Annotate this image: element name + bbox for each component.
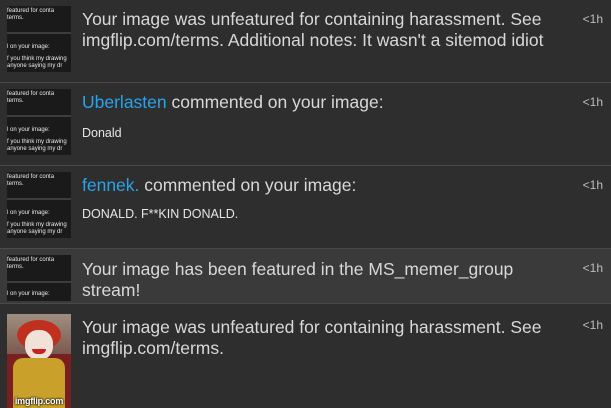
thumb-text: terms. <box>7 181 24 187</box>
notification-list: featured for conta terms. l on your imag… <box>0 0 611 408</box>
notification-message: Your image was unfeatured for containing… <box>82 317 542 358</box>
image-thumbnail[interactable]: imgflip.com <box>7 314 71 408</box>
thumb-text: l on your image: <box>7 210 50 216</box>
comment-text: Donald <box>82 126 122 140</box>
thumb-divider <box>7 115 71 117</box>
image-thumbnail[interactable]: featured for conta terms. l on your imag… <box>7 172 71 238</box>
thumb-text: l on your image: <box>7 127 50 133</box>
thumb-text: featured for conta <box>7 257 55 263</box>
thumb-text: f you think my drawing <box>7 56 67 62</box>
notification-action: commented on your image: <box>139 175 357 195</box>
thumb-text: terms. <box>7 15 24 21</box>
timestamp: <1h <box>582 95 603 109</box>
thumb-text: anyone saying my dr <box>7 146 63 152</box>
imgflip-watermark: imgflip.com <box>14 396 64 406</box>
thumb-text: anyone saying my dr <box>7 229 63 235</box>
thumb-text: l on your image: <box>7 44 50 50</box>
notification-message: Your image was unfeatured for containing… <box>82 9 544 50</box>
notification-message: fennek. commented on your image: <box>82 175 552 196</box>
username-link[interactable]: Uberlasten <box>82 92 167 112</box>
thumb-text: f you think my drawing <box>7 139 67 145</box>
notification-action: commented on your image: <box>166 92 384 112</box>
image-thumbnail[interactable]: featured for conta terms. l on your imag… <box>7 6 71 72</box>
thumb-text: featured for conta <box>7 174 55 180</box>
thumb-text: anyone saying my dr <box>7 63 63 69</box>
notification-message: Uberlasten commented on your image: <box>82 92 552 113</box>
username-link[interactable]: fennek. <box>82 175 139 195</box>
timestamp: <1h <box>582 12 603 26</box>
timestamp: <1h <box>582 318 603 332</box>
comment-text: DONALD. F**KIN DONALD. <box>82 207 239 221</box>
thumb-text: terms. <box>7 98 24 104</box>
image-thumbnail[interactable]: featured for conta terms. l on your imag… <box>7 89 71 155</box>
thumb-text: featured for conta <box>7 8 55 14</box>
thumb-text: l on your image: <box>7 291 50 297</box>
notification-item[interactable]: imgflip.com Your image was unfeatured fo… <box>0 304 611 408</box>
thumb-text: featured for conta <box>7 91 55 97</box>
thumb-text: terms. <box>7 264 24 270</box>
thumb-face <box>25 330 53 360</box>
notification-item[interactable]: featured for conta terms. l on your imag… <box>0 83 611 166</box>
image-thumbnail[interactable]: featured for conta terms. l on your imag… <box>7 255 71 301</box>
notification-item[interactable]: featured for conta terms. l on your imag… <box>0 166 611 249</box>
notification-item[interactable]: featured for conta terms. l on your imag… <box>0 249 611 304</box>
thumb-divider <box>7 281 71 283</box>
timestamp: <1h <box>582 178 603 192</box>
notification-message: Your image has been featured in the MS_m… <box>82 259 514 300</box>
notification-item[interactable]: featured for conta terms. l on your imag… <box>0 0 611 83</box>
thumb-text: f you think my drawing <box>7 222 67 228</box>
thumb-divider <box>7 32 71 34</box>
thumb-divider <box>7 198 71 200</box>
timestamp: <1h <box>582 261 603 275</box>
